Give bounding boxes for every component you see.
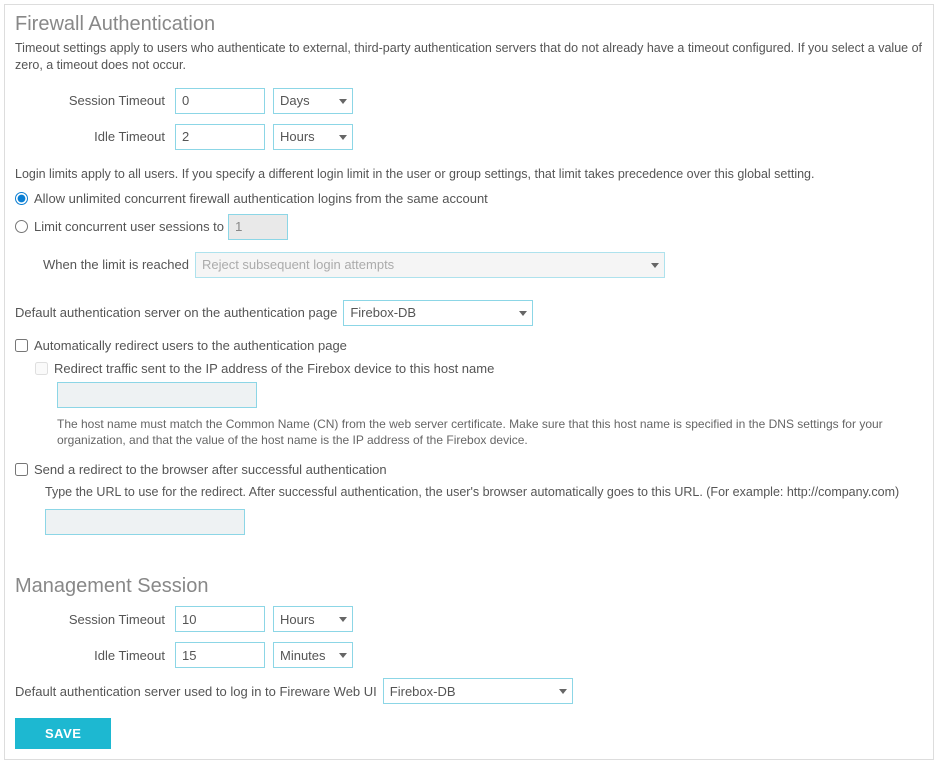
- redirect-url-input: [45, 509, 245, 535]
- idle-timeout-unit-select[interactable]: Hours: [273, 124, 353, 150]
- auto-redirect-label: Automatically redirect users to the auth…: [34, 338, 347, 353]
- when-limit-row: When the limit is reached Reject subsequ…: [15, 252, 923, 278]
- mgmt-idle-timeout-row: Idle Timeout Minutes: [15, 642, 923, 668]
- mgmt-session-timeout-unit-select[interactable]: Hours: [273, 606, 353, 632]
- default-auth-label: Default authentication server on the aut…: [15, 305, 337, 320]
- idle-timeout-label: Idle Timeout: [15, 129, 175, 144]
- firewall-auth-description: Timeout settings apply to users who auth…: [15, 40, 923, 74]
- save-button[interactable]: SAVE: [15, 718, 111, 749]
- allow-unlimited-radio[interactable]: [15, 192, 28, 205]
- mgmt-idle-timeout-label: Idle Timeout: [15, 648, 175, 663]
- session-timeout-unit-select[interactable]: Days: [273, 88, 353, 114]
- idle-timeout-row: Idle Timeout Hours: [15, 124, 923, 150]
- allow-unlimited-row: Allow unlimited concurrent firewall auth…: [15, 191, 923, 206]
- webui-auth-row: Default authentication server used to lo…: [15, 678, 923, 704]
- firewall-auth-title: Firewall Authentication: [15, 13, 923, 36]
- send-redirect-hint: Type the URL to use for the redirect. Af…: [45, 485, 923, 499]
- hostname-hint: The host name must match the Common Name…: [57, 416, 923, 448]
- default-auth-row: Default authentication server on the aut…: [15, 300, 923, 326]
- mgmt-session-timeout-label: Session Timeout: [15, 612, 175, 627]
- mgmt-session-timeout-row: Session Timeout Hours: [15, 606, 923, 632]
- when-limit-select: Reject subsequent login attempts: [195, 252, 665, 278]
- redirect-traffic-row: Redirect traffic sent to the IP address …: [35, 361, 923, 376]
- limit-concurrent-label: Limit concurrent user sessions to: [34, 219, 224, 234]
- settings-panel: Firewall Authentication Timeout settings…: [4, 4, 934, 760]
- management-session-title: Management Session: [15, 575, 923, 598]
- webui-auth-label: Default authentication server used to lo…: [15, 684, 377, 699]
- session-timeout-input[interactable]: [175, 88, 265, 114]
- hostname-input: [57, 382, 257, 408]
- send-redirect-label: Send a redirect to the browser after suc…: [34, 462, 387, 477]
- auto-redirect-row: Automatically redirect users to the auth…: [15, 338, 923, 353]
- session-timeout-label: Session Timeout: [15, 93, 175, 108]
- management-session-section: Management Session Session Timeout Hours…: [15, 575, 923, 704]
- when-limit-label: When the limit is reached: [43, 257, 189, 272]
- webui-auth-select[interactable]: Firebox-DB: [383, 678, 573, 704]
- limit-concurrent-row: Limit concurrent user sessions to: [15, 214, 923, 240]
- mgmt-idle-timeout-unit-select[interactable]: Minutes: [273, 642, 353, 668]
- mgmt-idle-timeout-input[interactable]: [175, 642, 265, 668]
- auto-redirect-checkbox[interactable]: [15, 339, 28, 352]
- redirect-traffic-checkbox: [35, 362, 48, 375]
- allow-unlimited-label: Allow unlimited concurrent firewall auth…: [34, 191, 488, 206]
- default-auth-select[interactable]: Firebox-DB: [343, 300, 533, 326]
- send-redirect-checkbox[interactable]: [15, 463, 28, 476]
- session-timeout-row: Session Timeout Days: [15, 88, 923, 114]
- redirect-traffic-label: Redirect traffic sent to the IP address …: [54, 361, 494, 376]
- limit-concurrent-radio[interactable]: [15, 220, 28, 233]
- mgmt-session-timeout-input[interactable]: [175, 606, 265, 632]
- login-limits-note: Login limits apply to all users. If you …: [15, 166, 923, 183]
- send-redirect-row: Send a redirect to the browser after suc…: [15, 462, 923, 477]
- idle-timeout-input[interactable]: [175, 124, 265, 150]
- limit-concurrent-input: [228, 214, 288, 240]
